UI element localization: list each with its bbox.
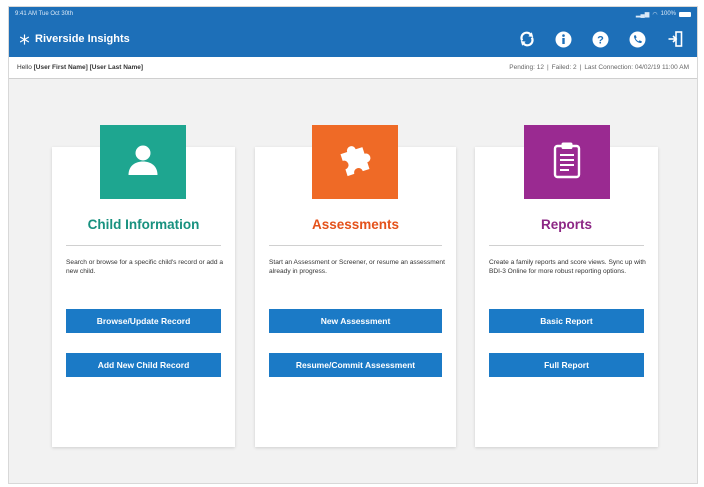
- failed-count: Failed: 2: [551, 64, 577, 71]
- header-actions: ?: [518, 31, 687, 48]
- card-description: Create a family reports and score views.…: [489, 259, 646, 275]
- battery-percent: 100%: [660, 11, 676, 17]
- svg-text:?: ?: [597, 34, 604, 46]
- card-title: Assessments: [311, 217, 400, 232]
- card-title: Child Information: [87, 217, 200, 232]
- child-information-tile[interactable]: [100, 125, 186, 199]
- puzzle-icon: [334, 139, 376, 186]
- signal-icon: ▂▄▆: [635, 11, 650, 18]
- card-divider: [66, 245, 221, 246]
- brand-name: Riverside Insights: [35, 33, 130, 45]
- add-new-child-record-button[interactable]: Add New Child Record: [66, 353, 221, 377]
- status-indicators: ▂▄▆ ◠ 100%: [636, 11, 691, 18]
- device-status-bar: 9:41 AM Tue Oct 30th ▂▄▆ ◠ 100%: [9, 7, 697, 21]
- user-greeting: Hello [User First Name] [User Last Name]: [17, 64, 144, 71]
- last-connection: Last Connection: 04/02/19 11:00 AM: [584, 64, 689, 71]
- card-description: Search or browse for a specific child's …: [66, 259, 224, 275]
- snowflake-logo-icon: [19, 33, 30, 45]
- wifi-icon: ◠: [652, 11, 658, 18]
- card-divider: [489, 245, 644, 246]
- card-description: Start an Assessment or Screener, or resu…: [269, 259, 445, 275]
- pending-count: Pending: 12: [509, 64, 544, 71]
- sync-status: Pending: 12 | Failed: 2 | Last Connection: 0…: [509, 64, 689, 71]
- help-icon[interactable]: ?: [592, 31, 609, 48]
- person-icon: [125, 142, 161, 183]
- card-divider: [269, 245, 442, 246]
- reports-tile[interactable]: [524, 125, 610, 199]
- logout-icon[interactable]: [666, 31, 683, 48]
- app-header: Riverside Insights ?: [9, 21, 697, 57]
- sync-icon[interactable]: [518, 31, 535, 48]
- resume-commit-assessment-button[interactable]: Resume/Commit Assessment: [269, 353, 442, 377]
- phone-icon[interactable]: [629, 31, 646, 48]
- status-time: 9:41 AM Tue Oct 30th: [15, 11, 74, 17]
- battery-icon: [679, 11, 691, 17]
- assessments-tile[interactable]: [312, 125, 398, 199]
- clipboard-icon: [552, 141, 582, 184]
- user-name: [User First Name] [User Last Name]: [33, 64, 144, 71]
- full-report-button[interactable]: Full Report: [489, 353, 644, 377]
- app-frame: 9:41 AM Tue Oct 30th ▂▄▆ ◠ 100% Riversid…: [8, 6, 698, 484]
- basic-report-button[interactable]: Basic Report: [489, 309, 644, 333]
- browse-update-record-button[interactable]: Browse/Update Record: [66, 309, 221, 333]
- info-icon[interactable]: [555, 31, 572, 48]
- info-bar: Hello [User First Name] [User Last Name]…: [9, 57, 697, 79]
- brand: Riverside Insights: [19, 33, 130, 45]
- card-title: Reports: [540, 217, 592, 232]
- new-assessment-button[interactable]: New Assessment: [269, 309, 442, 333]
